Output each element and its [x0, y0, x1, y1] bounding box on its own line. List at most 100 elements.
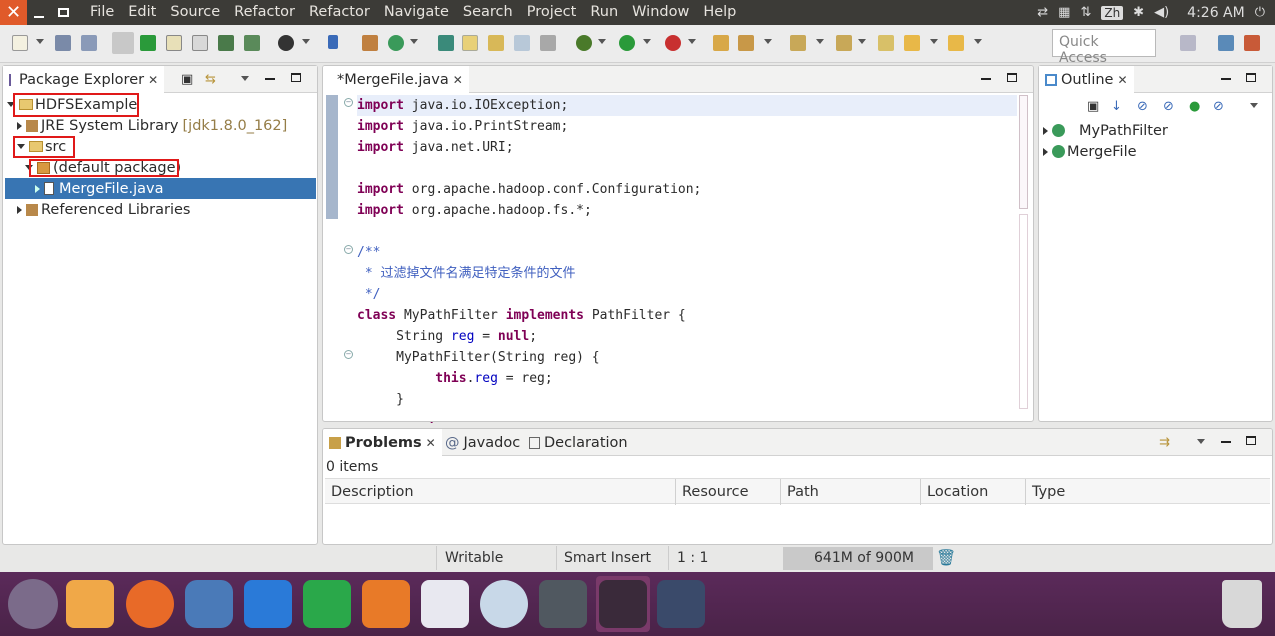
restore-window-icon[interactable] — [51, 0, 75, 25]
expand-arrow-icon[interactable] — [17, 205, 22, 214]
keyboard-switch-icon[interactable]: ⇄ — [1037, 5, 1048, 20]
next-annotation-dropdown-icon[interactable] — [816, 39, 824, 44]
tab-javadoc[interactable]: @ Javadoc — [439, 429, 526, 456]
close-icon[interactable]: ✕ — [453, 73, 463, 87]
code-line[interactable]: import org.apache.hadoop.conf.Configurat… — [357, 179, 701, 200]
tree-item-mergefile[interactable]: MergeFile.java — [35, 178, 164, 199]
menu-run[interactable]: Run — [583, 0, 625, 25]
back-icon[interactable] — [904, 35, 920, 51]
code-line[interactable]: class MyPathFilter implements PathFilter… — [357, 305, 686, 326]
network-icon[interactable]: ⇅ — [1080, 5, 1091, 20]
highlight-icon[interactable] — [462, 35, 478, 51]
next-annotation-icon[interactable] — [790, 35, 806, 51]
sort-icon[interactable]: ↓ — [1111, 99, 1122, 114]
tab-problems[interactable]: Problems ✕ — [323, 429, 442, 456]
new-icon[interactable] — [12, 35, 28, 51]
ubuntu-kylin-icon[interactable] — [421, 580, 469, 628]
word-icon[interactable] — [244, 580, 292, 628]
tree-item-referenced-libraries[interactable]: Referenced Libraries — [17, 199, 190, 220]
save-all-icon[interactable] — [81, 35, 97, 51]
hide-fields-icon[interactable]: ⊘ — [1137, 99, 1148, 114]
minimize-icon[interactable] — [1221, 78, 1231, 80]
tab-mergefile[interactable]: *MergeFile.java ✕ — [323, 66, 469, 93]
outline-item-mergefile[interactable]: MergeFile — [1043, 141, 1137, 162]
code-line[interactable]: * 过滤掉文件名满足特定条件的文件 — [357, 263, 576, 284]
hide-non-public-icon[interactable]: ● — [1189, 99, 1200, 114]
fold-toggle-icon[interactable]: − — [344, 350, 353, 359]
toggle-word-wrap-icon[interactable] — [488, 35, 504, 51]
block-selection-icon[interactable] — [514, 35, 530, 51]
previous-annotation-icon[interactable] — [836, 35, 852, 51]
search-dropdown-icon[interactable] — [764, 39, 772, 44]
code-line[interactable]: import java.net.URI; — [357, 137, 514, 158]
power-icon[interactable]: ⏻ — [1255, 5, 1265, 20]
expand-arrow-icon[interactable] — [1043, 147, 1048, 156]
column-resource[interactable]: Resource — [676, 479, 781, 505]
tree-item-jre[interactable]: JRE System Library [jdk1.8.0_162] — [17, 115, 287, 136]
workspace-switcher-icon[interactable] — [657, 580, 705, 628]
vertical-scrollbar-thumb[interactable] — [1019, 95, 1028, 209]
powerpoint-icon[interactable] — [362, 580, 410, 628]
code-line[interactable]: */ — [357, 284, 381, 305]
code-line[interactable]: this.reg = reg; — [357, 368, 552, 389]
vertical-scrollbar-track[interactable] — [1019, 214, 1028, 409]
debug-icon[interactable] — [576, 35, 592, 51]
view-menu-icon[interactable] — [241, 76, 249, 81]
tab-declaration[interactable]: Declaration — [523, 429, 634, 456]
maximize-icon[interactable] — [1246, 73, 1256, 82]
code-line[interactable]: import org.apache.hadoop.fs.*; — [357, 200, 592, 221]
terminal-icon[interactable] — [599, 580, 647, 628]
code-line[interactable]: public boolean accept(Path path) { — [357, 415, 662, 423]
column-description[interactable]: Description — [325, 479, 676, 505]
minimize-window-icon[interactable] — [27, 0, 51, 25]
new-class-dropdown-icon[interactable] — [410, 39, 418, 44]
java-perspective-icon[interactable] — [1244, 35, 1260, 51]
tab-outline[interactable]: Outline ✕ — [1039, 66, 1134, 93]
mark-occurrences-icon[interactable] — [140, 35, 156, 51]
debug-dropdown-icon[interactable] — [598, 39, 606, 44]
code-line[interactable]: /** — [357, 242, 380, 263]
chromium-icon[interactable] — [185, 580, 233, 628]
show-whitespace-icon[interactable] — [540, 35, 556, 51]
ubuntu-logo-icon[interactable] — [8, 579, 58, 629]
run-dropdown-icon[interactable] — [643, 39, 651, 44]
maximize-icon[interactable] — [1246, 436, 1256, 445]
outline-item-mypathfilter[interactable]: MyPathFilter — [1043, 120, 1168, 141]
close-icon[interactable]: ✕ — [1117, 73, 1127, 87]
minimize-icon[interactable] — [1221, 441, 1231, 443]
save-icon[interactable] — [55, 35, 71, 51]
menu-window[interactable]: Window — [625, 0, 696, 25]
link-with-editor-icon[interactable]: ⇆ — [205, 72, 216, 87]
view-menu-icon[interactable] — [1197, 439, 1205, 444]
minimize-icon[interactable] — [981, 78, 991, 80]
clock[interactable]: 4:26 AM — [1187, 5, 1245, 21]
last-edit-location-icon[interactable] — [878, 35, 894, 51]
javadoc-icon[interactable] — [166, 35, 182, 51]
code-line[interactable]: import java.io.IOException; — [357, 95, 568, 116]
collapse-all-icon[interactable]: ▣ — [181, 72, 193, 87]
firefox-icon[interactable] — [126, 580, 174, 628]
open-folder-icon[interactable] — [713, 35, 729, 51]
trash-icon[interactable] — [1222, 580, 1262, 628]
open-perspective-icon[interactable] — [1180, 35, 1196, 51]
expand-arrow-icon[interactable] — [17, 121, 22, 130]
run-icon[interactable] — [619, 35, 635, 51]
excel-icon[interactable] — [303, 580, 351, 628]
profile-dropdown-icon[interactable] — [302, 39, 310, 44]
open-type-icon[interactable] — [192, 35, 208, 51]
toggle-breadcrumb-icon[interactable] — [112, 32, 134, 54]
tab-package-explorer[interactable]: Package Explorer ✕ — [3, 66, 165, 93]
close-window-icon[interactable]: ✕ — [0, 0, 27, 25]
code-line[interactable]: String reg = null; — [357, 326, 537, 347]
expand-arrow-icon[interactable] — [1043, 126, 1048, 135]
software-center-icon[interactable] — [480, 580, 528, 628]
menu-file[interactable]: File — [83, 0, 121, 25]
input-method-indicator[interactable]: Zh — [1101, 5, 1124, 20]
menu-source[interactable]: Source — [163, 0, 227, 25]
close-icon[interactable]: ✕ — [426, 436, 436, 450]
forward-dropdown-icon[interactable] — [974, 39, 982, 44]
fold-toggle-icon[interactable]: − — [344, 245, 353, 254]
run-external-tools-icon[interactable] — [665, 35, 681, 51]
maximize-icon[interactable] — [1007, 73, 1017, 82]
code-line[interactable]: } — [357, 389, 404, 410]
